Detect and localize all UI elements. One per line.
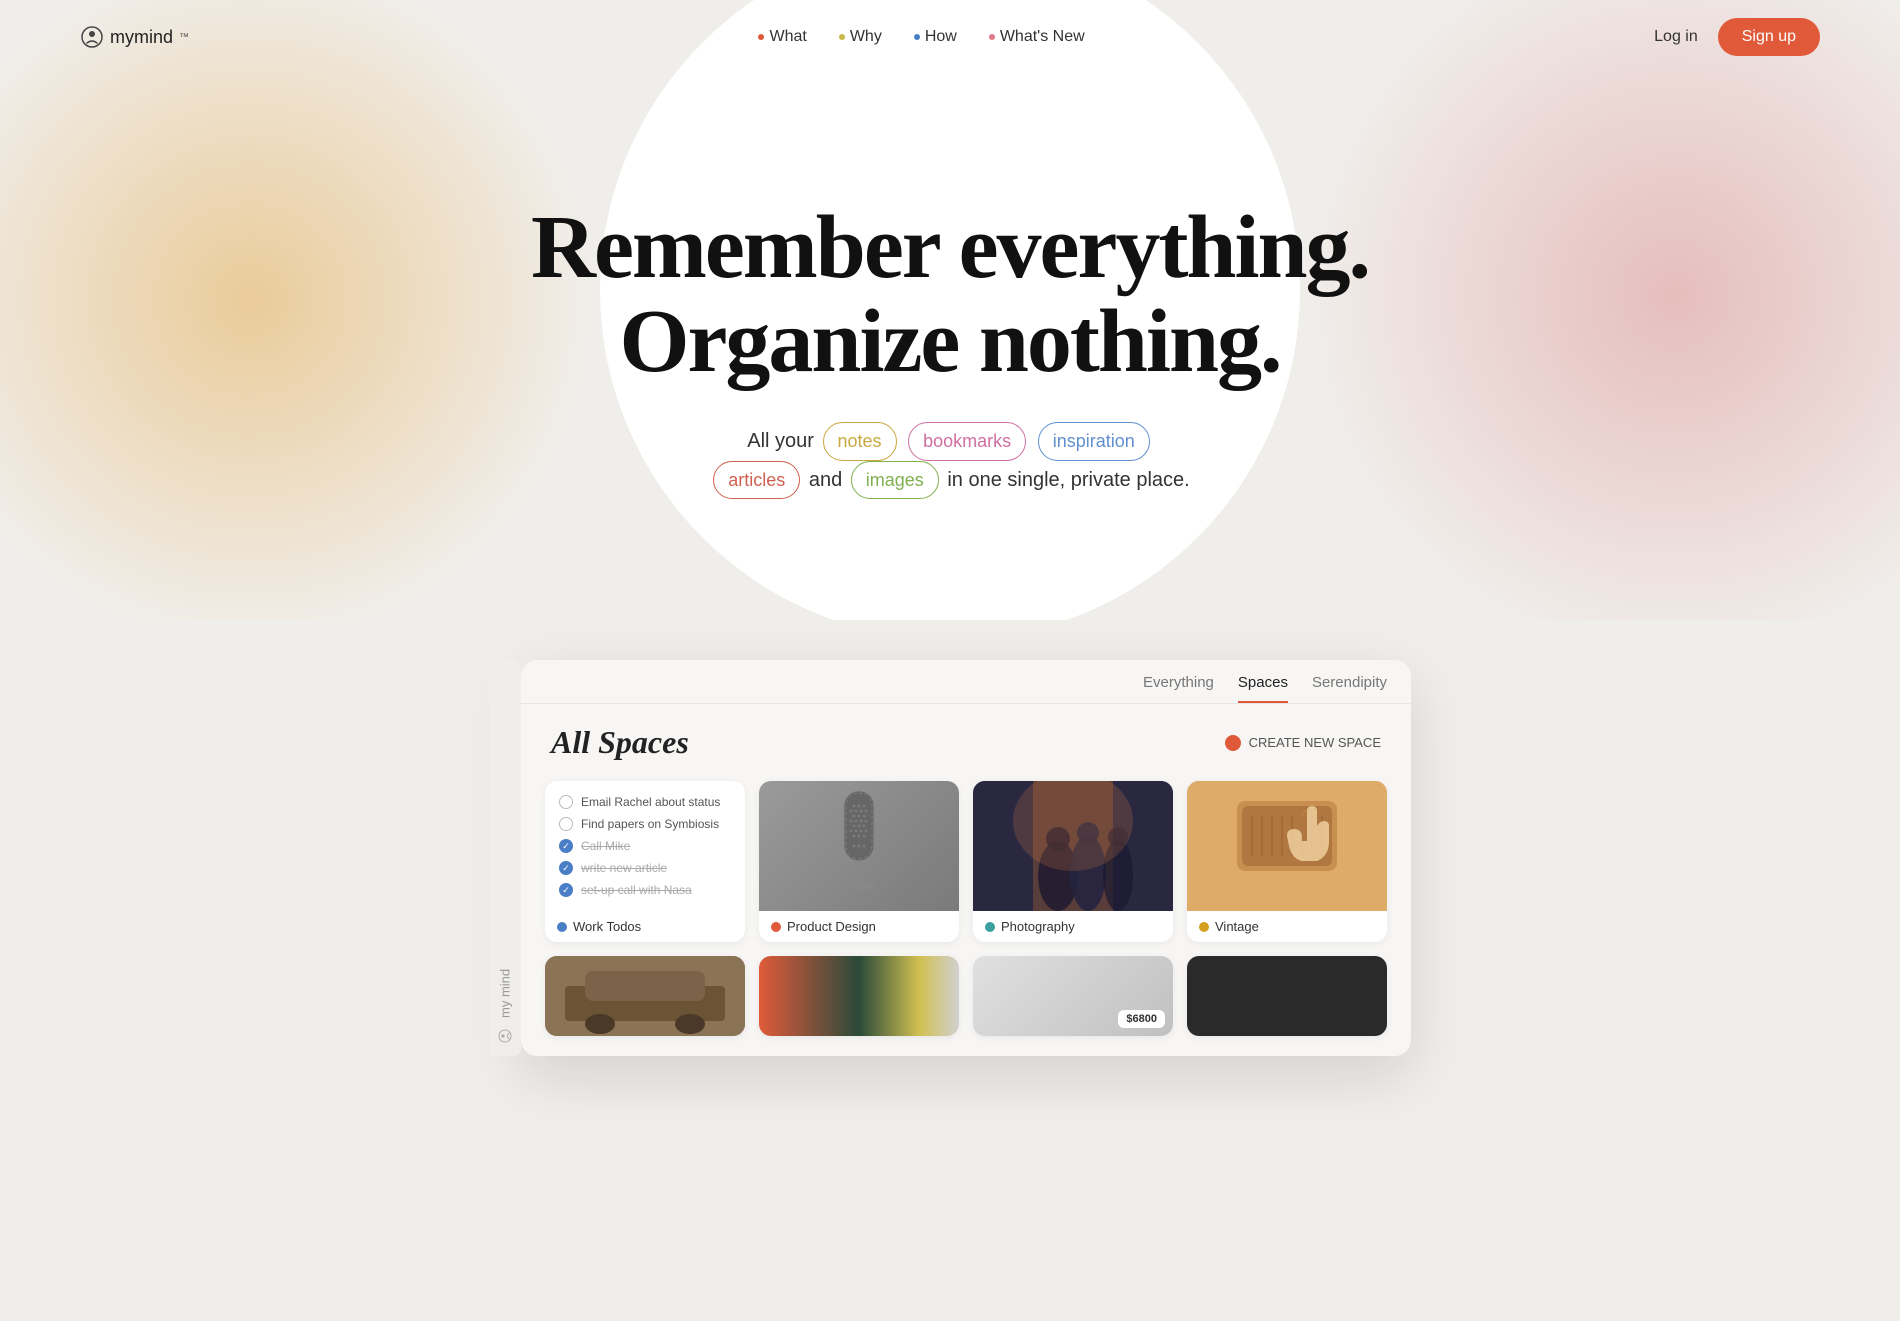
card-name-photography: Photography — [1001, 919, 1075, 934]
logo-text: mymind — [110, 27, 173, 48]
todo-checkbox-1[interactable] — [559, 795, 573, 809]
todo-item-1: Email Rachel about status — [559, 795, 731, 809]
pill-images: images — [851, 461, 939, 500]
pill-articles: articles — [713, 461, 800, 500]
todo-checkbox-2[interactable] — [559, 817, 573, 831]
todo-item-2: Find papers on Symbiosis — [559, 817, 731, 831]
card-dot-photography — [985, 922, 995, 932]
space-card-price[interactable]: $6800 — [973, 956, 1173, 1036]
card-name-product-design: Product Design — [787, 919, 876, 934]
space-card-car[interactable] — [545, 956, 745, 1036]
pill-bookmarks: bookmarks — [908, 422, 1026, 461]
todo-checkbox-5[interactable] — [559, 883, 573, 897]
space-card-work-todos[interactable]: Email Rachel about status Find papers on… — [545, 781, 745, 942]
tab-spaces[interactable]: Spaces — [1238, 674, 1288, 703]
car-illustration — [545, 956, 745, 1036]
nav-item-what[interactable]: What — [758, 28, 806, 46]
hero-subtext-suffix: in one single, private place. — [947, 469, 1189, 491]
todo-text-2: Find papers on Symbiosis — [581, 817, 719, 831]
colorblock-image — [759, 956, 959, 1036]
price-badge: $6800 — [1118, 1010, 1165, 1028]
nav-links: What Why How What's New — [758, 28, 1084, 46]
microphone-illustration — [824, 786, 894, 906]
create-space-label: CREATE NEW SPACE — [1249, 735, 1381, 750]
space-card-dark[interactable] — [1187, 956, 1387, 1036]
nav-item-whats-new[interactable]: What's New — [989, 28, 1085, 46]
tab-serendipity[interactable]: Serendipity — [1312, 674, 1387, 703]
hero-subline: All your notes bookmarks inspiration art… — [531, 422, 1369, 499]
nav-actions: Log in Sign up — [1654, 18, 1820, 56]
card-dot-work-todos — [557, 922, 567, 932]
vintage-illustration — [1187, 781, 1387, 911]
product-design-image — [759, 781, 959, 911]
card-dot-vintage — [1199, 922, 1209, 932]
todo-checkbox-4[interactable] — [559, 861, 573, 875]
todo-text-5: set-up call with Nasa — [581, 883, 692, 897]
nav-item-how[interactable]: How — [914, 28, 957, 46]
hero-subtext-prefix: All your — [747, 430, 814, 452]
pill-notes: notes — [823, 422, 897, 461]
login-button[interactable]: Log in — [1654, 28, 1698, 46]
app-header: All Spaces CREATE NEW SPACE — [521, 704, 1411, 771]
sidebar-strip: my mind — [489, 660, 521, 1056]
nav-dot-why — [839, 34, 845, 40]
space-label-photography: Photography — [973, 911, 1173, 942]
todo-item-5: set-up call with Nasa — [559, 883, 731, 897]
space-label-work-todos: Work Todos — [545, 911, 745, 942]
app-window: Everything Spaces Serendipity All Spaces… — [521, 660, 1411, 1056]
dark-image — [1187, 956, 1387, 1036]
app-tabs: Everything Spaces Serendipity — [521, 660, 1411, 704]
hero-headline-line2: Organize nothing. — [619, 292, 1280, 391]
nav-label-whats-new: What's New — [1000, 28, 1085, 46]
space-card-colorblock[interactable] — [759, 956, 959, 1036]
mockup-section: my mind Everything Spaces Serendipity Al… — [0, 660, 1900, 1056]
vintage-image — [1187, 781, 1387, 911]
price-image: $6800 — [973, 956, 1173, 1036]
card-name-work-todos: Work Todos — [573, 919, 641, 934]
todo-checkbox-3[interactable] — [559, 839, 573, 853]
nav-label-how: How — [925, 28, 957, 46]
todo-list: Email Rachel about status Find papers on… — [545, 781, 745, 911]
logo[interactable]: mymind ™ — [80, 25, 189, 49]
spaces-grid-row1: Email Rachel about status Find papers on… — [521, 771, 1411, 956]
nav-dot-whats-new — [989, 34, 995, 40]
logo-tm: ™ — [179, 32, 189, 43]
spaces-grid-row2: $6800 — [521, 956, 1411, 1046]
hero-content: Remember everything. Organize nothing. A… — [491, 201, 1409, 499]
hero-headline-line1: Remember everything. — [531, 198, 1369, 297]
space-card-vintage[interactable]: Vintage — [1187, 781, 1387, 942]
todo-item-4: write new article — [559, 861, 731, 875]
logo-icon — [80, 25, 104, 49]
todo-text-4: write new article — [581, 861, 667, 875]
todo-text-3: Call Mike — [581, 839, 630, 853]
signup-button[interactable]: Sign up — [1718, 18, 1820, 56]
nav-dot-what — [758, 34, 764, 40]
car-image — [545, 956, 745, 1036]
space-card-product-design[interactable]: Product Design — [759, 781, 959, 942]
space-label-product-design: Product Design — [759, 911, 959, 942]
space-card-photography[interactable]: Photography — [973, 781, 1173, 942]
create-space-dot — [1225, 735, 1241, 751]
space-label-vintage: Vintage — [1187, 911, 1387, 942]
card-dot-product-design — [771, 922, 781, 932]
todo-text-1: Email Rachel about status — [581, 795, 720, 809]
photography-illustration — [973, 781, 1173, 911]
hero-section: Remember everything. Organize nothing. A… — [0, 0, 1900, 620]
card-name-vintage: Vintage — [1215, 919, 1259, 934]
sidebar-label: my mind — [498, 969, 513, 1018]
nav-label-why: Why — [850, 28, 882, 46]
todo-item-3: Call Mike — [559, 839, 731, 853]
nav-item-why[interactable]: Why — [839, 28, 882, 46]
sidebar-icon — [497, 1028, 513, 1044]
nav-label-what: What — [769, 28, 806, 46]
navigation: mymind ™ What Why How What's New — [0, 0, 1900, 74]
create-space-button[interactable]: CREATE NEW SPACE — [1225, 735, 1381, 751]
pill-inspiration: inspiration — [1038, 422, 1150, 461]
app-section-title: All Spaces — [551, 724, 689, 761]
hero-subtext-and: and — [809, 469, 842, 491]
hero-headline: Remember everything. Organize nothing. — [531, 201, 1369, 390]
tab-everything[interactable]: Everything — [1143, 674, 1214, 703]
photography-image — [973, 781, 1173, 911]
nav-dot-how — [914, 34, 920, 40]
